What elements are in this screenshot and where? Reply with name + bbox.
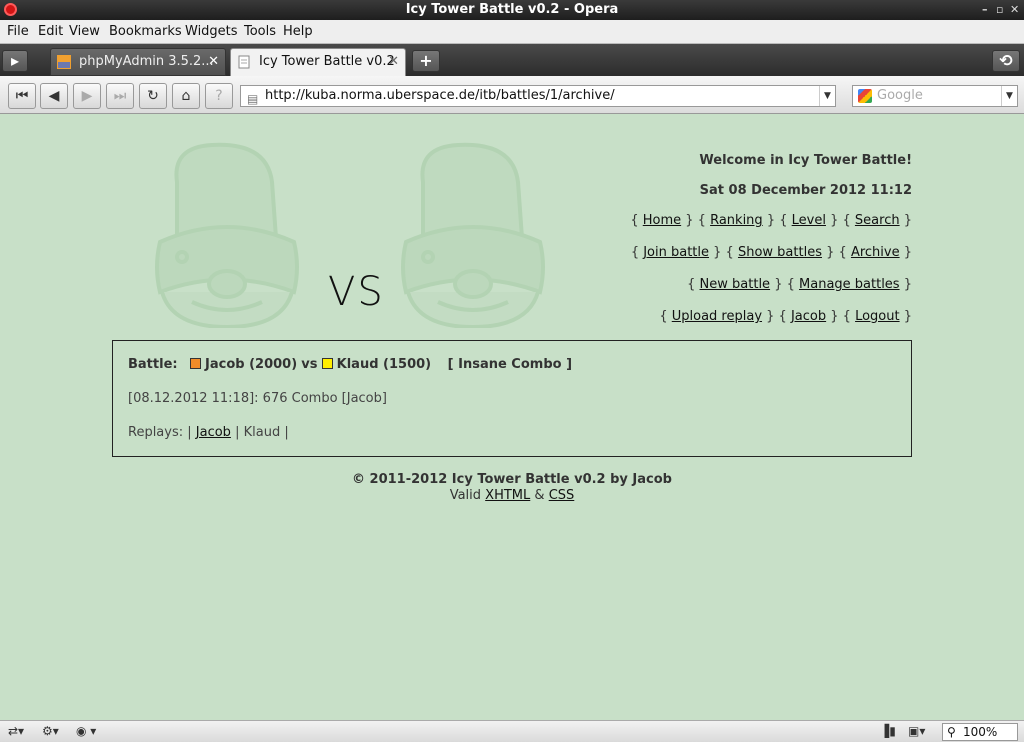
rewind-button[interactable]: ⏮ [8, 83, 36, 109]
unite-icon[interactable]: ⚙▾ [42, 724, 59, 738]
nav-row-4: { Upload replay } { Jacob } { Logout } [659, 309, 912, 324]
menu-widgets[interactable]: Widgets [185, 24, 238, 39]
back-button[interactable]: ◀ [40, 83, 68, 109]
images-toggle-icon[interactable]: ▣▾ [908, 724, 925, 738]
panel-toggle-icon[interactable]: ▸ [2, 50, 28, 72]
menu-bookmarks[interactable]: Bookmarks [109, 24, 182, 39]
nav-manage-battles-link[interactable]: Manage battles [799, 277, 900, 292]
search-placeholder: Google [877, 88, 923, 103]
address-dropdown-icon[interactable]: ▼ [819, 86, 835, 106]
minimize-icon[interactable]: – [982, 0, 988, 20]
menu-file[interactable]: File [7, 24, 29, 39]
nav-search-link[interactable]: Search [855, 213, 900, 228]
nav-user-link[interactable]: Jacob [791, 309, 826, 324]
menu-view[interactable]: View [69, 24, 100, 39]
replay-jacob-link[interactable]: Jacob [196, 425, 231, 440]
search-input[interactable]: Google ▼ [852, 85, 1018, 107]
battle-header: Battle: Jacob (2000) vs Klaud (1500) [ I… [128, 357, 572, 372]
battle-vs: vs [301, 357, 318, 372]
mascot-image-right [401, 142, 545, 328]
nav-archive-link[interactable]: Archive [851, 245, 900, 260]
mascot-image-left [155, 142, 299, 328]
tab-bar: ▸ phpMyAdmin 3.5.2... ✕ Icy Tower Battle… [0, 44, 1024, 76]
valid-label: Valid [449, 488, 482, 503]
address-bar[interactable]: ▤ http://kuba.norma.uberspace.de/itb/bat… [240, 85, 836, 107]
nav-row-3: { New battle } { Manage battles } [687, 277, 912, 292]
tab-close-icon[interactable]: ✕ [208, 49, 219, 75]
page-icon: ▤ [247, 92, 259, 106]
zoom-icon: ⚲ [947, 725, 956, 739]
fast-forward-button[interactable]: ⏭ [106, 83, 134, 109]
menu-help[interactable]: Help [283, 24, 313, 39]
home-button[interactable]: ⌂ [172, 83, 200, 109]
menu-tools[interactable]: Tools [244, 24, 276, 39]
copyright-text: © 2011-2012 Icy Tower Battle v0.2 by Jac… [352, 472, 672, 487]
google-icon [858, 89, 872, 103]
close-window-icon[interactable]: ✕ [1010, 0, 1019, 20]
player2-color-swatch [321, 358, 333, 369]
replays-label: Replays: | [128, 425, 192, 440]
window-title: Icy Tower Battle v0.2 - Opera [405, 2, 619, 17]
vs-label: VS [328, 269, 385, 315]
status-bar: ⇄▾ ⚙▾ ◉ ▾ ▐▮ ▣▾ ⚲ 100% [0, 720, 1024, 742]
validity-row: Valid XHTML & CSS [0, 488, 1024, 503]
nav-ranking-link[interactable]: Ranking [710, 213, 763, 228]
nav-new-battle-link[interactable]: New battle [700, 277, 771, 292]
closed-tabs-icon[interactable]: ⟲ [992, 50, 1020, 72]
menu-bar: File Edit View Bookmarks Widgets Tools H… [0, 20, 1024, 44]
xhtml-link[interactable]: XHTML [485, 488, 530, 503]
menu-edit[interactable]: Edit [38, 24, 63, 39]
nav-logout-link[interactable]: Logout [855, 309, 900, 324]
address-url: http://kuba.norma.uberspace.de/itb/battl… [265, 88, 615, 103]
restore-icon[interactable]: ▫ [996, 0, 1003, 20]
panels-icon[interactable]: ▐▮ [880, 724, 896, 738]
zoom-value: 100% [963, 725, 998, 739]
datetime-text: Sat 08 December 2012 11:12 [699, 183, 912, 198]
navigation-bar: ⏮ ◀ ▶ ⏭ ↻ ⌂ ? ▤ http://kuba.norma.ubersp… [0, 76, 1024, 114]
replay-separator: | [235, 425, 240, 440]
nav-row-1: { Home } { Ranking } { Level } { Search … [630, 213, 912, 228]
new-tab-button[interactable]: + [412, 50, 440, 72]
tab-icy-tower[interactable]: Icy Tower Battle v0.2 ✕ [230, 48, 406, 76]
tab-phpmyadmin[interactable]: phpMyAdmin 3.5.2... ✕ [50, 48, 226, 76]
tab-label: phpMyAdmin 3.5.2... [79, 54, 214, 69]
turbo-icon[interactable]: ◉ ▾ [76, 724, 96, 738]
nav-join-battle-link[interactable]: Join battle [643, 245, 709, 260]
page-content: VS Welcome in Icy Tower Battle! Sat 08 D… [0, 114, 1024, 722]
player1-name: Jacob (2000) [205, 357, 298, 372]
amp-label: & [534, 488, 545, 503]
battle-result: [08.12.2012 11:18]: 676 Combo [Jacob] [128, 391, 387, 406]
phpmyadmin-favicon-icon [57, 55, 71, 69]
page-favicon-icon [238, 55, 250, 69]
battle-label: Battle: [128, 357, 178, 372]
nav-home-link[interactable]: Home [643, 213, 681, 228]
forward-button[interactable]: ▶ [73, 83, 101, 109]
window-titlebar: Icy Tower Battle v0.2 - Opera – ▫ ✕ [0, 0, 1024, 20]
security-button[interactable]: ? [205, 83, 233, 109]
tab-close-icon[interactable]: ✕ [388, 49, 399, 75]
nav-upload-replay-link[interactable]: Upload replay [672, 309, 762, 324]
sync-icon[interactable]: ⇄▾ [8, 724, 24, 738]
nav-row-2: { Join battle } { Show battles } { Archi… [630, 245, 912, 260]
zoom-control[interactable]: ⚲ 100% [942, 723, 1018, 741]
battle-mode: [ Insane Combo ] [447, 357, 573, 372]
replays-row: Replays: | Jacob | Klaud | [128, 425, 289, 440]
search-dropdown-icon[interactable]: ▼ [1001, 86, 1017, 106]
player2-name: Klaud (1500) [336, 357, 432, 372]
replay-klaud: Klaud | [243, 425, 289, 440]
css-link[interactable]: CSS [549, 488, 575, 503]
battle-box: Battle: Jacob (2000) vs Klaud (1500) [ I… [112, 340, 912, 457]
tab-label: Icy Tower Battle v0.2 [259, 54, 395, 69]
nav-show-battles-link[interactable]: Show battles [738, 245, 822, 260]
welcome-text: Welcome in Icy Tower Battle! [699, 153, 912, 168]
reload-button[interactable]: ↻ [139, 83, 167, 109]
player1-color-swatch [190, 358, 201, 369]
nav-level-link[interactable]: Level [792, 213, 826, 228]
opera-logo-icon[interactable] [4, 3, 17, 16]
